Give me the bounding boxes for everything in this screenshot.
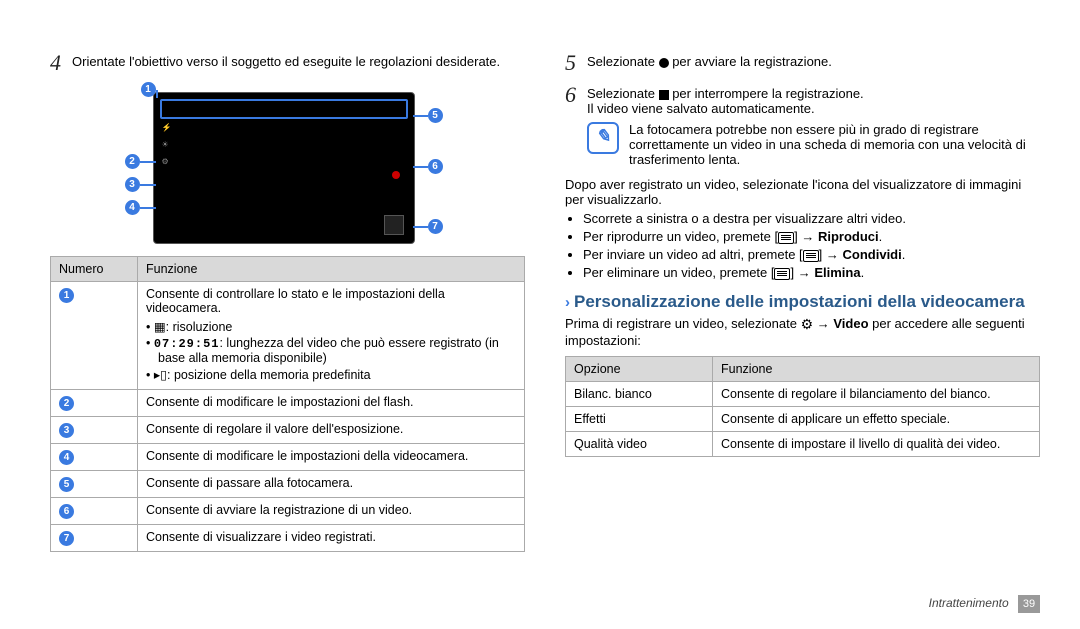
note-text: La fotocamera potrebbe non essere più in… (629, 122, 1040, 167)
storage-icon: ▸▯ (154, 368, 167, 382)
flash-icon: ⚡ (162, 123, 172, 132)
after-recording-text: Dopo aver registrato un video, seleziona… (565, 177, 1040, 207)
table-row: 1 Consente di controllare lo stato e le … (51, 282, 525, 390)
table-row: Qualità videoConsente di impostare il li… (566, 432, 1040, 457)
menu-key-icon (778, 232, 794, 244)
table-row: 7Consente di visualizzare i video regist… (51, 525, 525, 552)
functions-table: Numero Funzione 1 Consente di controllar… (50, 256, 525, 552)
list-item: Scorrete a sinistra o a destra per visua… (583, 211, 1040, 226)
camcorder-screenshot: ⚡ ☀ ⚙ 1 2 3 4 5 6 7 (123, 84, 453, 244)
page-footer: Intrattenimento 39 (929, 595, 1040, 613)
phone-screen: ⚡ ☀ ⚙ (153, 92, 415, 244)
callout-7: 7 (428, 219, 443, 234)
side-icons: ⚡ ☀ ⚙ (162, 123, 172, 166)
col-funzione-2: Funzione (713, 357, 1040, 382)
step-6-line2: Il video viene salvato automaticamente. (587, 101, 815, 116)
footer-section: Intrattenimento (929, 596, 1009, 610)
callout-4: 4 (125, 200, 140, 215)
step-num-5: 5 (565, 50, 587, 76)
resolution-icon: ▦ (154, 320, 166, 334)
table-row: 2Consente di modificare le impostazioni … (51, 390, 525, 417)
left-column: 4 Orientate l'obiettivo verso il soggett… (50, 50, 525, 552)
table-row: 5Consente di passare alla fotocamera. (51, 471, 525, 498)
gear-icon: ⚙ (801, 316, 814, 333)
row-num-1: 1 (59, 288, 74, 303)
record-icon (659, 58, 669, 68)
table-row: 6Consente di avviare la registrazione di… (51, 498, 525, 525)
stop-icon (659, 90, 669, 100)
exposure-icon: ☀ (162, 140, 172, 149)
table-row: EffettiConsente di applicare un effetto … (566, 407, 1040, 432)
page-number: 39 (1018, 595, 1040, 613)
menu-key-icon (774, 268, 790, 280)
options-table: Opzione Funzione Bilanc. biancoConsente … (565, 356, 1040, 457)
note-icon: ✎ (587, 122, 619, 154)
list-item: Per riprodurre un video, premete [] → Ri… (583, 229, 1040, 244)
step-6: 6 Selezionate per interrompere la regist… (565, 82, 1040, 116)
col-opzione: Opzione (566, 357, 713, 382)
table-row: Bilanc. biancoConsente di regolare il bi… (566, 382, 1040, 407)
list-item: Per eliminare un video, premete [] → Eli… (583, 265, 1040, 280)
callout-3: 3 (125, 177, 140, 192)
step-num-4: 4 (50, 50, 72, 76)
gallery-thumbnail (384, 215, 404, 235)
duration-code: 07:29:51 (154, 337, 220, 351)
callout-6: 6 (428, 159, 443, 174)
playback-actions: Scorrete a sinistra o a destra per visua… (565, 211, 1040, 280)
chevron-right-icon: › (565, 294, 570, 311)
col-funzione: Funzione (138, 257, 525, 282)
note-box: ✎ La fotocamera potrebbe non essere più … (587, 122, 1040, 167)
table-row: 4Consente di modificare le impostazioni … (51, 444, 525, 471)
callout-5: 5 (428, 108, 443, 123)
step-4-text: Orientate l'obiettivo verso il soggetto … (72, 50, 525, 69)
settings-icon: ⚙ (162, 157, 172, 166)
step-5: 5 Selezionate per avviare la registrazio… (565, 50, 1040, 76)
right-column: 5 Selezionate per avviare la registrazio… (565, 50, 1040, 552)
status-bar-highlight (160, 99, 408, 119)
table-row: 3Consente di regolare il valore dell'esp… (51, 417, 525, 444)
step-num-6: 6 (565, 82, 587, 108)
menu-key-icon (803, 250, 819, 262)
col-numero: Numero (51, 257, 138, 282)
list-item: Per inviare un video ad altri, premete [… (583, 247, 1040, 262)
step-4: 4 Orientate l'obiettivo verso il soggett… (50, 50, 525, 76)
row1-main: Consente di controllare lo stato e le im… (146, 287, 445, 315)
callout-2: 2 (125, 154, 140, 169)
subsection-heading: ›Personalizzazione delle impostazioni de… (565, 292, 1040, 312)
callout-1: 1 (141, 82, 156, 97)
record-button-icon (392, 171, 400, 179)
subsection-intro: Prima di registrare un video, selezionat… (565, 316, 1040, 348)
